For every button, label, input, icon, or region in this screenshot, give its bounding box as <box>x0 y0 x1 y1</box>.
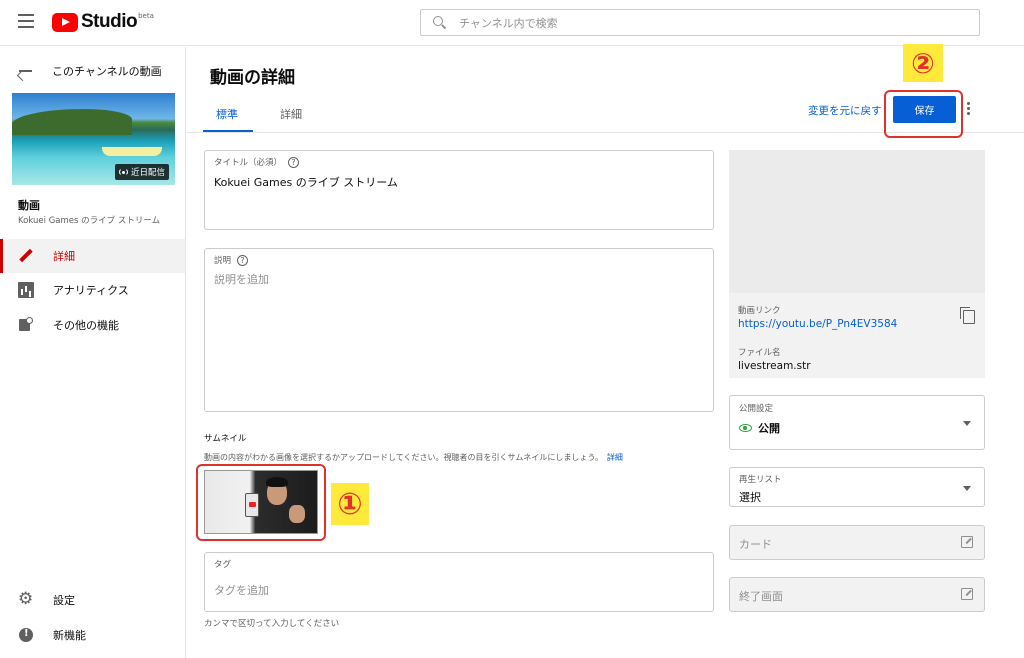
tags-placeholder: タグを追加 <box>214 584 269 597</box>
live-broadcast-icon <box>118 168 128 176</box>
external-link-icon <box>961 588 973 600</box>
youtube-play-icon <box>52 12 78 32</box>
visibility-value-text: 公開 <box>758 422 780 435</box>
end-screen-field[interactable]: 終了画面 <box>729 577 985 612</box>
sidebar-item-label: アナリティクス <box>53 284 129 297</box>
annotation-marker-1: ① <box>331 483 369 525</box>
sidebar-item-label: 新機能 <box>53 629 86 642</box>
sidebar-item-whats-new[interactable]: 新機能 <box>0 618 185 652</box>
other-features-icon <box>18 317 34 333</box>
search-placeholder: チャンネル内で検索 <box>459 16 558 30</box>
tab-advanced[interactable]: 詳細 <box>280 106 302 122</box>
gear-icon <box>18 589 34 609</box>
tags-field-label: タグ <box>214 560 232 570</box>
title-field-label: タイトル（必須） ? <box>214 156 300 168</box>
annotation-box-save <box>884 90 963 138</box>
hamburger-menu-icon[interactable] <box>18 14 34 28</box>
pencil-icon <box>18 248 34 264</box>
tab-standard[interactable]: 標準 <box>216 106 238 122</box>
search-icon <box>433 15 447 30</box>
video-name: Kokuei Games のライブ ストリーム <box>18 216 161 226</box>
video-link[interactable]: https://youtu.be/P_Pn4EV3584 <box>738 318 897 330</box>
back-to-channel-videos[interactable]: このチャンネルの動画 <box>18 63 162 79</box>
sidebar-item-label: その他の機能 <box>53 319 119 332</box>
video-preview-panel: 動画リンク https://youtu.be/P_Pn4EV3584 ファイル名… <box>729 150 985 378</box>
thumbnail-learn-more-link[interactable]: 詳細 <box>607 453 623 462</box>
video-link-label: 動画リンク <box>738 306 781 316</box>
video-preview[interactable] <box>729 150 985 293</box>
cards-field[interactable]: カード <box>729 525 985 560</box>
back-label: このチャンネルの動画 <box>52 65 162 78</box>
tags-field[interactable]: タグ タグを追加 <box>204 552 714 612</box>
help-icon[interactable]: ? <box>288 156 300 168</box>
search-input[interactable]: チャンネル内で検索 <box>420 9 980 36</box>
thumbnail-section-title: サムネイル <box>204 434 247 444</box>
eye-icon <box>739 424 752 432</box>
more-options-icon[interactable] <box>967 102 971 116</box>
playlist-dropdown[interactable]: 再生リスト 選択 <box>729 467 985 507</box>
logo-text: Studio <box>81 11 138 32</box>
chevron-down-icon <box>963 421 971 426</box>
external-link-icon <box>961 536 973 548</box>
undo-changes-button[interactable]: 変更を元に戻す <box>808 103 882 118</box>
description-field[interactable]: 説明 ? 説明を追加 <box>204 248 714 412</box>
playlist-value: 選択 <box>739 491 761 504</box>
description-field-label: 説明 ? <box>214 254 249 266</box>
analytics-icon <box>18 282 34 298</box>
whats-new-icon <box>18 627 34 643</box>
back-arrow-icon <box>18 65 32 77</box>
upcoming-badge-label: 近日配信 <box>130 168 165 178</box>
playlist-label: 再生リスト <box>739 475 782 485</box>
annotation-marker-2: ② <box>903 44 943 82</box>
end-screen-label: 終了画面 <box>739 590 783 603</box>
sidebar-item-settings[interactable]: 設定 <box>0 583 185 617</box>
title-field[interactable]: タイトル（必須） ? Kokuei Games のライブ ストリーム <box>204 150 714 230</box>
tags-hint: カンマで区切って入力してください <box>204 619 340 629</box>
studio-logo[interactable]: Studio beta <box>52 11 154 33</box>
thumbnail-hill <box>12 109 132 135</box>
chevron-down-icon <box>963 486 971 491</box>
file-name-label: ファイル名 <box>738 348 781 358</box>
title-value: Kokuei Games のライブ ストリーム <box>214 176 398 189</box>
sidebar-item-details[interactable]: 詳細 <box>0 239 185 273</box>
page-title: 動画の詳細 <box>210 68 295 88</box>
upcoming-live-badge: 近日配信 <box>114 164 169 180</box>
video-thumbnail[interactable]: 近日配信 <box>12 93 175 185</box>
video-section-label: 動画 <box>18 199 40 212</box>
thumbnail-boat <box>102 147 162 156</box>
file-name: livestream.str <box>738 360 811 372</box>
description-label-text: 説明 <box>214 256 232 266</box>
description-placeholder: 説明を追加 <box>214 273 269 286</box>
sidebar-item-label: 詳細 <box>53 250 75 263</box>
cards-label: カード <box>739 538 772 551</box>
visibility-label: 公開設定 <box>739 404 774 414</box>
sidebar-item-label: 設定 <box>53 594 75 607</box>
annotation-box-thumbnail <box>196 464 326 541</box>
help-icon[interactable]: ? <box>237 254 249 266</box>
logo-beta-badge: beta <box>138 12 154 20</box>
sidebar-item-other-features[interactable]: その他の機能 <box>0 308 185 342</box>
visibility-value: 公開 <box>739 420 780 436</box>
sidebar: このチャンネルの動画 近日配信 動画 Kokuei Games のライブ ストリ… <box>0 47 186 658</box>
copy-icon[interactable] <box>960 307 975 324</box>
thumbnail-description: 動画の内容がわかる画像を選択するかアップロードしてください。視聴者の目を引くサム… <box>204 452 623 463</box>
title-label-text: タイトル（必須） <box>214 158 283 168</box>
top-bar: Studio beta チャンネル内で検索 <box>0 0 1024 46</box>
visibility-dropdown[interactable]: 公開設定 公開 <box>729 395 985 450</box>
sidebar-item-analytics[interactable]: アナリティクス <box>0 273 185 307</box>
thumbnail-description-text: 動画の内容がわかる画像を選択するかアップロードしてください。視聴者の目を引くサム… <box>204 453 603 462</box>
